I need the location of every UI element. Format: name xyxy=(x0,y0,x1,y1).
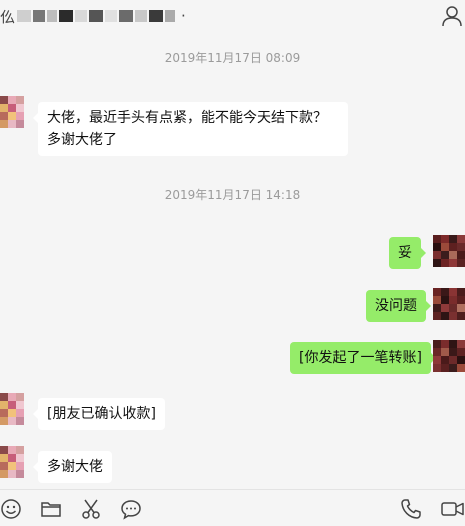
message-bubble-outgoing[interactable]: 没问题 xyxy=(366,290,431,322)
phone-icon[interactable] xyxy=(400,498,422,520)
avatar[interactable] xyxy=(0,393,24,425)
contact-name-visible-char: 仫 xyxy=(0,7,16,26)
video-icon[interactable] xyxy=(440,498,465,520)
timestamp: 2019年11月17日 14:18 xyxy=(164,188,301,202)
folder-icon[interactable] xyxy=(40,498,62,520)
input-toolbar xyxy=(0,489,465,526)
contact-name-suffix: · xyxy=(181,7,186,25)
profile-icon[interactable] xyxy=(441,5,463,27)
message-bubble-incoming[interactable]: 多谢大佬 xyxy=(33,451,112,483)
chat-history-icon[interactable] xyxy=(120,498,142,520)
emoji-icon[interactable] xyxy=(0,498,22,520)
contact-name: 仫 · xyxy=(0,6,195,26)
avatar[interactable] xyxy=(0,446,24,478)
self-avatar[interactable] xyxy=(433,235,465,267)
message-bubble-outgoing[interactable]: [你发起了一笔转账] xyxy=(290,342,436,374)
avatar[interactable] xyxy=(0,96,24,128)
self-avatar[interactable] xyxy=(433,288,465,320)
self-avatar[interactable] xyxy=(433,340,465,372)
message-bubble-outgoing[interactable]: 妥 xyxy=(389,237,426,269)
scissors-icon[interactable] xyxy=(80,498,102,520)
message-bubble-incoming[interactable]: 大佬，最近手头有点紧，能不能今天结下款？多谢大佬了 xyxy=(33,102,348,156)
timestamp: 2019年11月17日 08:09 xyxy=(164,51,301,65)
message-bubble-incoming[interactable]: [朋友已确认收款] xyxy=(33,398,165,430)
chat-header: 仫 · xyxy=(0,0,465,34)
